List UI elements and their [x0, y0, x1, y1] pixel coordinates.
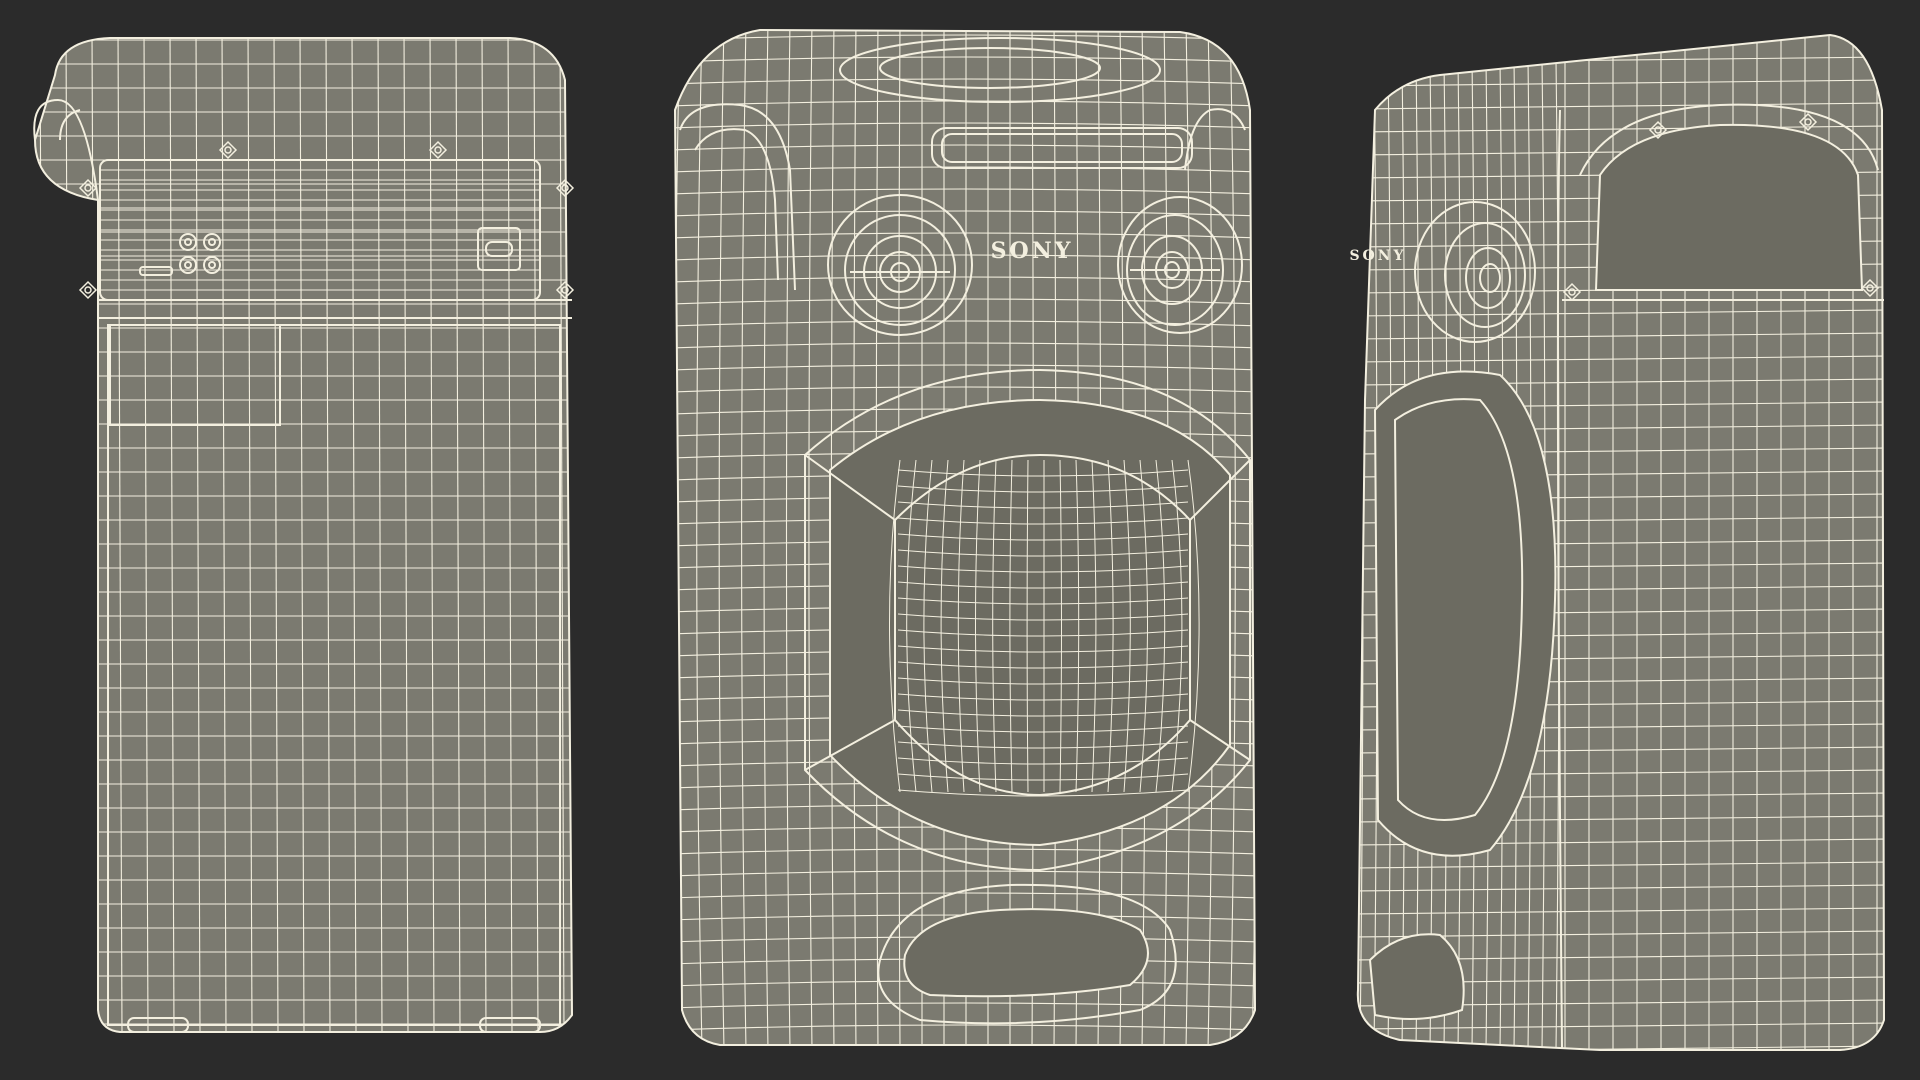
wireframe-render-canvas: SONY SONY	[0, 0, 1920, 1080]
brand-logo-side: SONY	[1349, 248, 1406, 264]
speaker-wireframe-scene: SONY SONY	[33, 28, 1886, 1051]
screw-icon	[78, 280, 98, 300]
speaker-front-view: SONY	[673, 28, 1257, 1046]
speaker-side-view: SONY	[1349, 33, 1886, 1051]
brand-logo-front: SONY	[991, 238, 1074, 264]
speaker-back-view	[33, 37, 575, 1033]
mesh-line-vertical	[39, 38, 45, 1032]
